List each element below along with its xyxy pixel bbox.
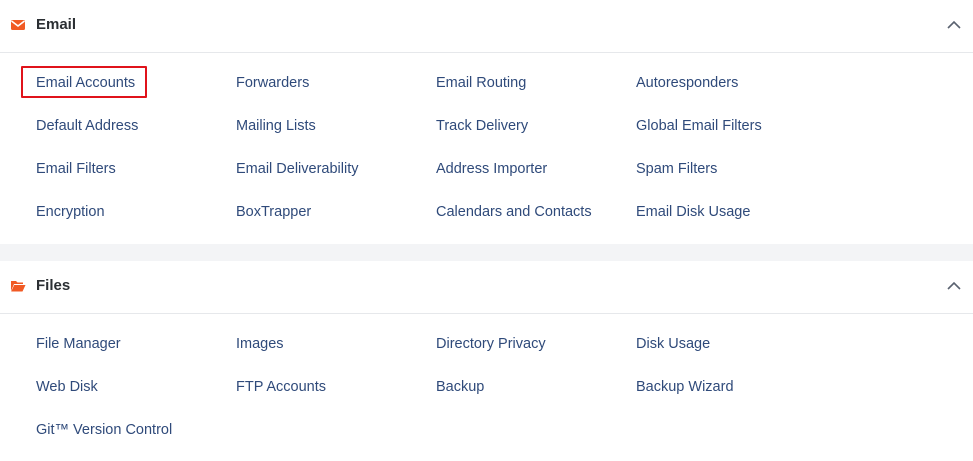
ftp-accounts-link[interactable]: FTP Accounts [236,378,326,396]
disk-usage-link[interactable]: Disk Usage [636,335,710,353]
file-manager-link[interactable]: File Manager [36,335,121,353]
mailing-lists-link[interactable]: Mailing Lists [236,117,316,135]
address-importer-link[interactable]: Address Importer [436,160,547,178]
chevron-up-icon[interactable] [945,17,963,33]
boxtrapper-link[interactable]: BoxTrapper [236,203,311,221]
track-delivery-link[interactable]: Track Delivery [436,117,528,135]
autoresponders-link[interactable]: Autoresponders [636,74,738,92]
email-section-header[interactable]: Email [0,0,973,53]
folder-open-icon [11,281,26,292]
git-version-control-link[interactable]: Git™ Version Control [36,421,172,439]
global-email-filters-link[interactable]: Global Email Filters [636,117,762,135]
directory-privacy-link[interactable]: Directory Privacy [436,335,546,353]
envelope-icon [11,20,25,30]
email-section-title: Email [36,16,77,33]
chevron-up-icon[interactable] [945,278,963,294]
default-address-link[interactable]: Default Address [36,117,138,135]
web-disk-link[interactable]: Web Disk [36,378,98,396]
files-section-header[interactable]: Files [0,261,973,314]
email-disk-usage-link[interactable]: Email Disk Usage [636,203,750,221]
email-deliverability-link[interactable]: Email Deliverability [236,160,358,178]
email-routing-link[interactable]: Email Routing [436,74,526,92]
files-section-title: Files [36,277,71,294]
images-link[interactable]: Images [236,335,284,353]
forwarders-link[interactable]: Forwarders [236,74,309,92]
backup-link[interactable]: Backup [436,378,484,396]
spam-filters-link[interactable]: Spam Filters [636,160,717,178]
files-section: Files File Manager Images Directory Priv… [0,261,973,461]
encryption-link[interactable]: Encryption [36,203,105,221]
email-filters-link[interactable]: Email Filters [36,160,116,178]
email-section: Email Email Accounts Forwarders Email Ro… [0,0,973,244]
backup-wizard-link[interactable]: Backup Wizard [636,378,734,396]
highlight-box [21,66,147,98]
calendars-and-contacts-link[interactable]: Calendars and Contacts [436,203,592,221]
